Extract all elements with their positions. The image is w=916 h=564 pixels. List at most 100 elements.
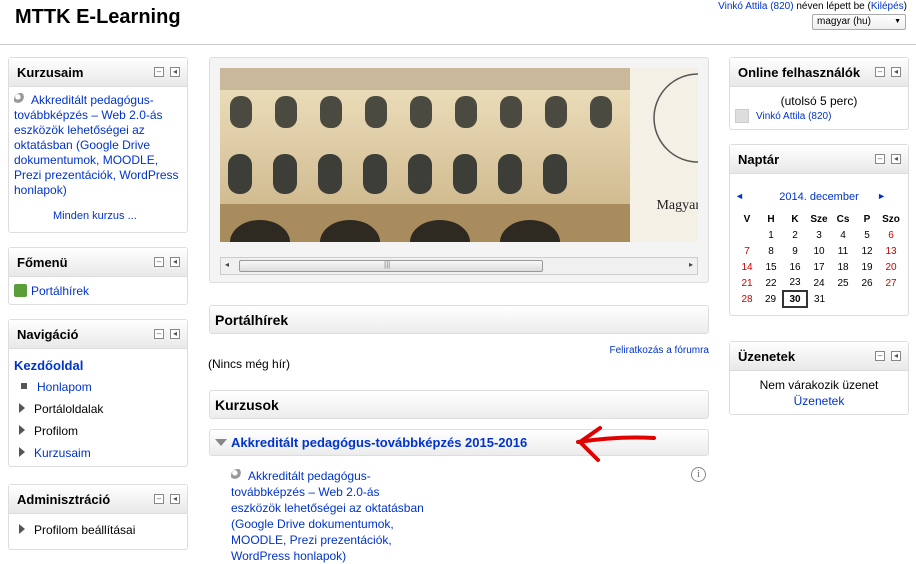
- hide-icon[interactable]: –: [875, 351, 885, 361]
- no-messages-text: Nem várakozik üzenet: [759, 378, 879, 392]
- admin-item-profile-settings[interactable]: Profilom beállításai: [19, 523, 135, 537]
- block-online-users: Online felhasználók – ◂ (utolsó 5 perc) Vi…: [729, 57, 909, 130]
- weekday-header: K: [791, 213, 799, 225]
- calendar-day[interactable]: 12: [855, 243, 879, 259]
- scroll-thumb[interactable]: |||: [239, 260, 543, 272]
- expand-icon: [19, 447, 25, 457]
- weekday-header: P: [863, 213, 871, 225]
- calendar-day[interactable]: 15: [759, 259, 783, 275]
- hide-icon[interactable]: –: [875, 154, 885, 164]
- calendar-day[interactable]: 31: [807, 291, 831, 307]
- dock-icon[interactable]: ◂: [170, 257, 180, 267]
- calendar-day[interactable]: 19: [855, 259, 879, 275]
- block-title: Főmenü: [17, 255, 68, 270]
- logout-link[interactable]: Kilépés: [871, 1, 904, 12]
- calendar-day[interactable]: 25: [831, 275, 855, 291]
- forum-link[interactable]: Portálhírek: [14, 284, 89, 298]
- hide-icon[interactable]: –: [154, 494, 164, 504]
- dock-icon[interactable]: ◂: [170, 67, 180, 77]
- calendar-today[interactable]: 30: [782, 290, 808, 308]
- calendar-day[interactable]: 18: [831, 259, 855, 275]
- expand-icon: [19, 524, 25, 534]
- block-title: Adminisztráció: [17, 492, 111, 507]
- weekday-header: Sze: [810, 213, 828, 225]
- course-link[interactable]: Akkreditált pedagógus-továbbképzés – Web…: [14, 93, 179, 197]
- calendar-day[interactable]: 16: [783, 259, 807, 275]
- calendar-day[interactable]: 24: [807, 275, 831, 291]
- scroll-right-icon[interactable]: ▸: [689, 260, 693, 269]
- calendar-day[interactable]: 10: [807, 243, 831, 259]
- calendar-day[interactable]: 4: [831, 227, 855, 243]
- calendar-day: [735, 227, 759, 243]
- collapse-icon[interactable]: [215, 439, 227, 446]
- horizontal-scrollbar[interactable]: ◂ ||| ▸: [220, 257, 698, 275]
- info-icon[interactable]: i: [691, 467, 706, 482]
- calendar-day[interactable]: 21: [735, 275, 759, 291]
- calendar-day[interactable]: 3: [807, 227, 831, 243]
- nav-item-profile[interactable]: Profilom: [19, 424, 78, 438]
- block-administration: Adminisztráció – ◂ Profilom beállításai: [8, 484, 188, 550]
- weekday-header: Cs: [836, 213, 850, 225]
- chevron-down-icon: ▼: [894, 18, 901, 25]
- calendar-day[interactable]: 13: [879, 243, 903, 259]
- login-info: Vinkó Attila (820) néven lépett be (Kilé…: [718, 1, 907, 12]
- dock-icon[interactable]: ◂: [891, 154, 901, 164]
- next-month-icon[interactable]: ►: [877, 191, 886, 201]
- calendar-day[interactable]: 29: [759, 291, 783, 307]
- banner-frame: Magyar ◂ ||| ▸: [209, 57, 709, 283]
- user-link[interactable]: Vinkó Attila (820): [718, 1, 793, 12]
- block-calendar: Naptár – ◂ ◄ 2014. december ► V H K Sze Cs P Szo…: [729, 144, 909, 316]
- calendar-day[interactable]: 22: [759, 275, 783, 291]
- dock-icon[interactable]: ◂: [170, 494, 180, 504]
- hide-icon[interactable]: –: [154, 67, 164, 77]
- course-link[interactable]: Akkreditált pedagógus-továbbképzés – Web…: [231, 469, 424, 563]
- nav-home[interactable]: Kezdőoldal: [14, 358, 83, 373]
- calendar-grid: V H K Sze Cs P Szo 1 2 3 4 5 6 7 8 9 10 11 12 13 14 15 16 17 18…: [735, 211, 904, 308]
- hide-icon[interactable]: –: [154, 329, 164, 339]
- nav-item-my-home[interactable]: Honlapom: [19, 380, 92, 394]
- weekday-header: H: [767, 213, 775, 225]
- dock-icon[interactable]: ◂: [170, 329, 180, 339]
- banner-image: Magyar: [220, 68, 698, 242]
- courses-header: Kurzusok: [209, 390, 709, 419]
- building-photo: [220, 68, 698, 242]
- dock-icon[interactable]: ◂: [891, 67, 901, 77]
- page-header: MTTK E-Learning Vinkó Attila (820) néven…: [0, 0, 916, 45]
- online-user-link[interactable]: Vinkó Attila (820): [756, 111, 831, 122]
- dock-icon[interactable]: ◂: [891, 351, 901, 361]
- calendar-day[interactable]: 6: [879, 227, 903, 243]
- nav-item-my-courses[interactable]: Kurzusaim: [19, 446, 91, 460]
- hide-icon[interactable]: –: [154, 257, 164, 267]
- calendar-day[interactable]: 1: [759, 227, 783, 243]
- calendar-day[interactable]: 14: [735, 259, 759, 275]
- calendar-day[interactable]: 20: [879, 259, 903, 275]
- calendar-day[interactable]: 5: [855, 227, 879, 243]
- banner-caption: Magyar: [656, 198, 698, 213]
- all-courses-link[interactable]: Minden kurzus ...: [53, 210, 137, 222]
- calendar-day[interactable]: 28: [735, 291, 759, 307]
- block-title: Navigáció: [17, 327, 79, 342]
- forum-icon: [14, 284, 27, 297]
- site-title[interactable]: MTTK E-Learning: [15, 6, 181, 29]
- calendar-day[interactable]: 26: [855, 275, 879, 291]
- subscribe-link[interactable]: Feliratkozás a fórumra: [610, 345, 709, 356]
- calendar-day[interactable]: 7: [735, 243, 759, 259]
- calendar-day[interactable]: 2: [783, 227, 807, 243]
- category-link[interactable]: Akkreditált pedagógus-továbbképzés 2015-…: [231, 435, 527, 450]
- calendar-day[interactable]: 9: [783, 243, 807, 259]
- bullet-icon: [21, 383, 27, 389]
- messages-link[interactable]: Üzenetek: [730, 394, 908, 408]
- block-navigation: Navigáció – ◂ Kezdőoldal Honlapom Portálol…: [8, 319, 188, 467]
- calendar-day[interactable]: 11: [831, 243, 855, 259]
- calendar-day[interactable]: 8: [759, 243, 783, 259]
- block-title: Naptár: [738, 152, 780, 167]
- language-select[interactable]: magyar (hu) ▼: [812, 14, 906, 30]
- calendar-day[interactable]: 27: [879, 275, 903, 291]
- scroll-left-icon[interactable]: ◂: [225, 260, 229, 269]
- expand-icon: [19, 425, 25, 435]
- calendar-day[interactable]: 17: [807, 259, 831, 275]
- nav-item-site-pages[interactable]: Portáloldalak: [19, 402, 103, 416]
- block-title: Kurzusaim: [17, 65, 84, 80]
- calendar-day[interactable]: 23: [783, 275, 807, 291]
- hide-icon[interactable]: –: [875, 67, 885, 77]
